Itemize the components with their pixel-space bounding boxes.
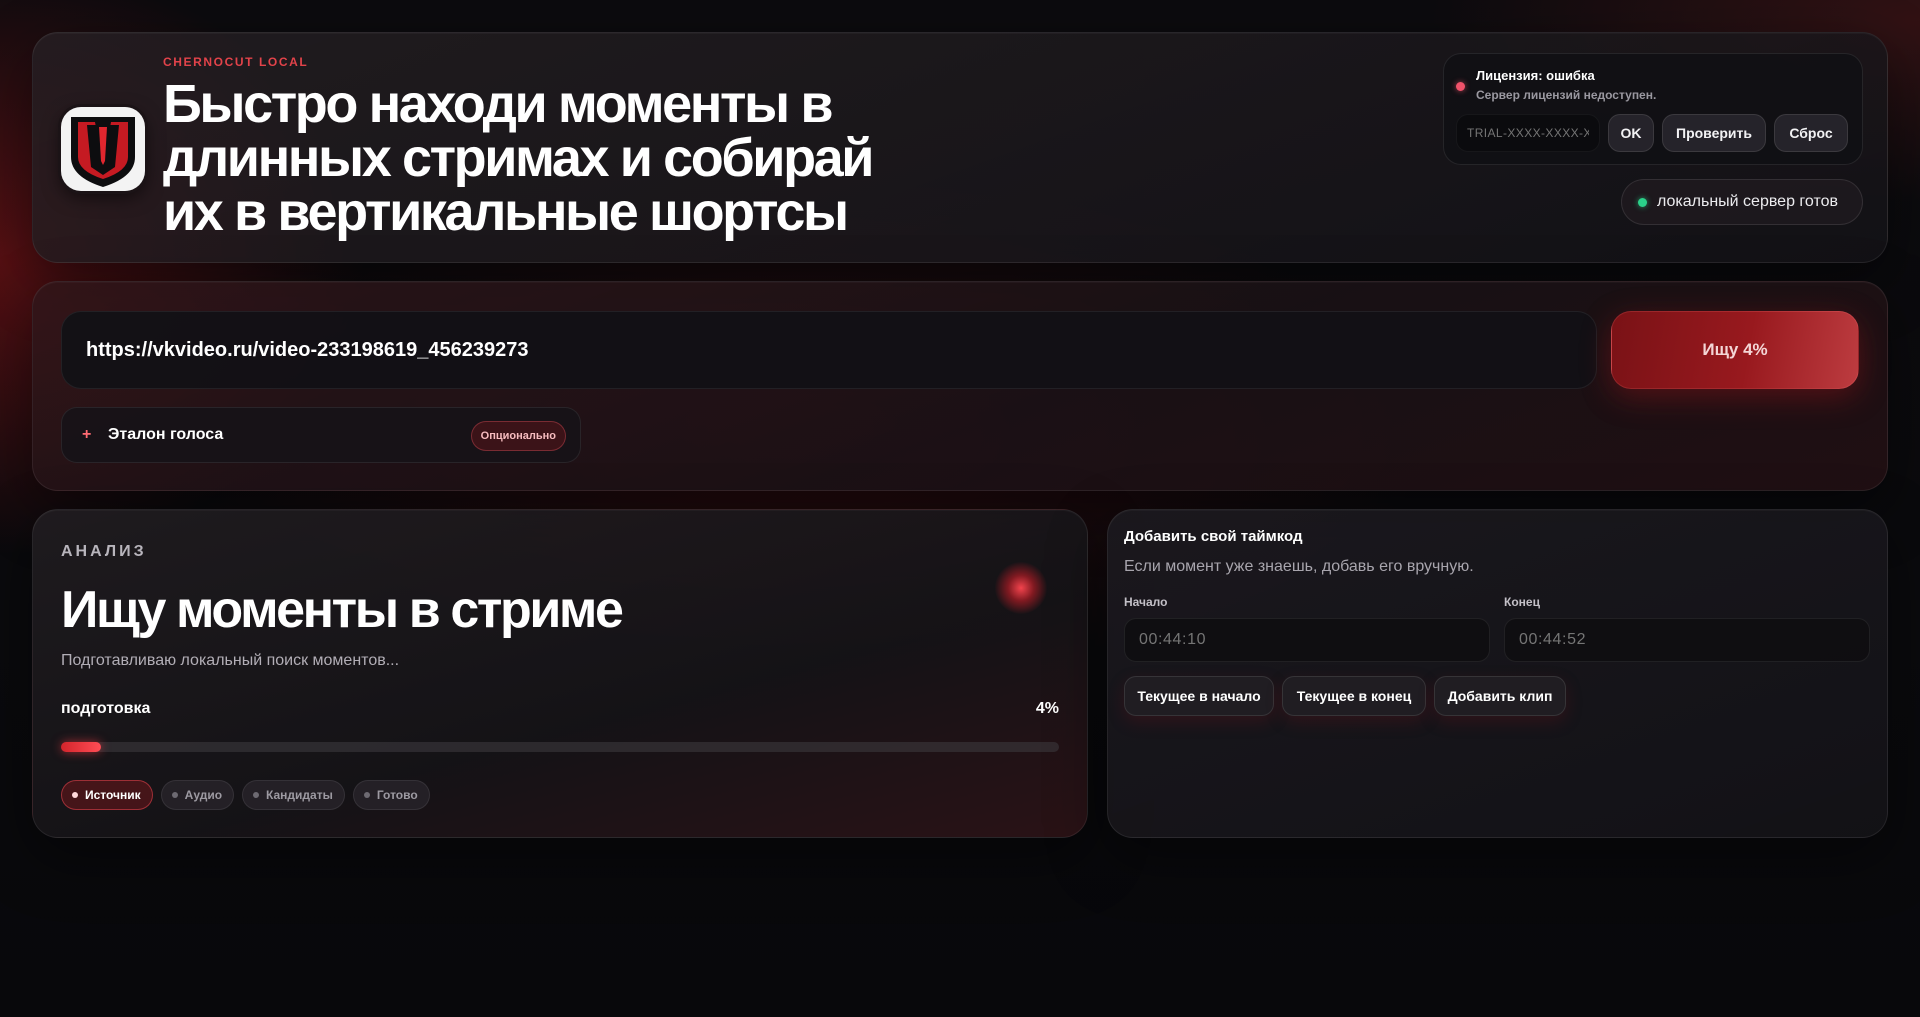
stream-url-input[interactable] <box>61 311 1597 389</box>
app-logo <box>61 107 145 191</box>
license-status-title: Лицензия: ошибка <box>1476 68 1595 83</box>
analysis-kicker: АНАЛИЗ <box>61 543 147 560</box>
start-label: Начало <box>1124 595 1168 609</box>
brand-label: CHERNOCUT LOCAL <box>163 55 309 69</box>
step-chip[interactable]: Готово <box>352 780 430 810</box>
stage-label: подготовка <box>61 700 151 717</box>
analysis-title: Ищу моменты в стриме <box>61 581 624 639</box>
end-time-input[interactable] <box>1504 618 1870 662</box>
hero-card: CHERNOCUT LOCAL Быстро находи моменты в … <box>32 32 1888 263</box>
voice-reference-toggle[interactable]: + Эталон голоса Опционально <box>61 407 581 463</box>
set-current-start-button[interactable]: Текущее в начало <box>1124 676 1274 716</box>
progress-bar <box>61 742 1059 752</box>
voice-reference-label: Эталон голоса <box>108 426 224 443</box>
pipeline-steps: Источник Аудио Кандидаты Готово <box>61 780 430 810</box>
search-progress-button[interactable]: Ищу 4% <box>1611 311 1859 389</box>
server-ready-dot <box>1638 197 1647 207</box>
license-panel: Лицензия: ошибка Сервер лицензий недосту… <box>1443 53 1863 165</box>
shield-logo-icon <box>71 117 135 187</box>
progress-bar-fill <box>61 742 101 752</box>
timecode-subtitle: Если момент уже знаешь, добавь его вручн… <box>1124 558 1474 575</box>
optional-badge: Опционально <box>470 421 566 451</box>
analysis-card: АНАЛИЗ Ищу моменты в стриме Подготавлива… <box>32 509 1088 838</box>
add-clip-button[interactable]: Добавить клип <box>1434 676 1566 716</box>
plus-icon: + <box>82 426 92 443</box>
license-key-input[interactable] <box>1456 114 1600 152</box>
source-card: Ищу 4% + Эталон голоса Опционально <box>32 281 1888 491</box>
license-ok-button[interactable]: OK <box>1608 114 1654 152</box>
step-dot-icon <box>171 792 178 798</box>
step-chip[interactable]: Кандидаты <box>242 780 345 810</box>
server-status-badge: локальный сервер готов <box>1621 179 1863 225</box>
step-dot-icon <box>72 792 78 798</box>
step-chip[interactable]: Аудио <box>160 780 235 810</box>
page-title: Быстро находи моменты в длинных стримах … <box>163 74 875 242</box>
step-dot-icon <box>253 792 260 798</box>
activity-glow-indicator <box>995 562 1047 614</box>
step-dot-icon <box>363 792 370 798</box>
progress-percent: 4% <box>1035 700 1059 717</box>
step-label: Кандидаты <box>266 788 333 802</box>
step-label: Готово <box>376 788 418 802</box>
start-time-input[interactable] <box>1124 618 1490 662</box>
step-label: Аудио <box>184 788 223 802</box>
analysis-subtitle: Подготавливаю локальный поиск моментов..… <box>61 652 400 669</box>
end-label: Конец <box>1504 595 1540 609</box>
license-error-dot <box>1456 82 1465 91</box>
server-status-label: локальный сервер готов <box>1657 193 1838 210</box>
step-chip[interactable]: Источник <box>61 780 153 810</box>
license-check-button[interactable]: Проверить <box>1662 114 1766 152</box>
set-current-end-button[interactable]: Текущее в конец <box>1282 676 1426 716</box>
timecode-title: Добавить свой таймкод <box>1124 528 1303 545</box>
license-reset-button[interactable]: Сброс <box>1774 114 1848 152</box>
step-label: Источник <box>85 788 141 802</box>
license-status-subtitle: Сервер лицензий недоступен. <box>1476 88 1657 102</box>
custom-timecode-card: Добавить свой таймкод Если момент уже зн… <box>1107 509 1888 838</box>
